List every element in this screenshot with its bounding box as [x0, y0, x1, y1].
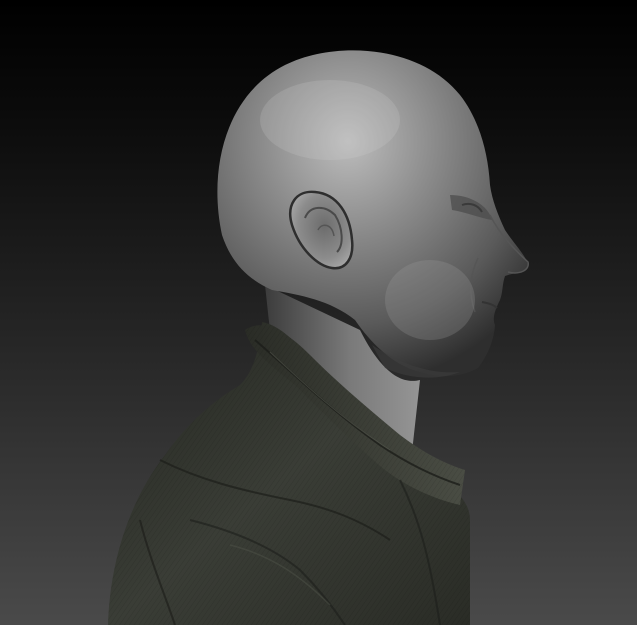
- sculpt-viewport[interactable]: [0, 0, 637, 625]
- bust-render: [108, 50, 529, 625]
